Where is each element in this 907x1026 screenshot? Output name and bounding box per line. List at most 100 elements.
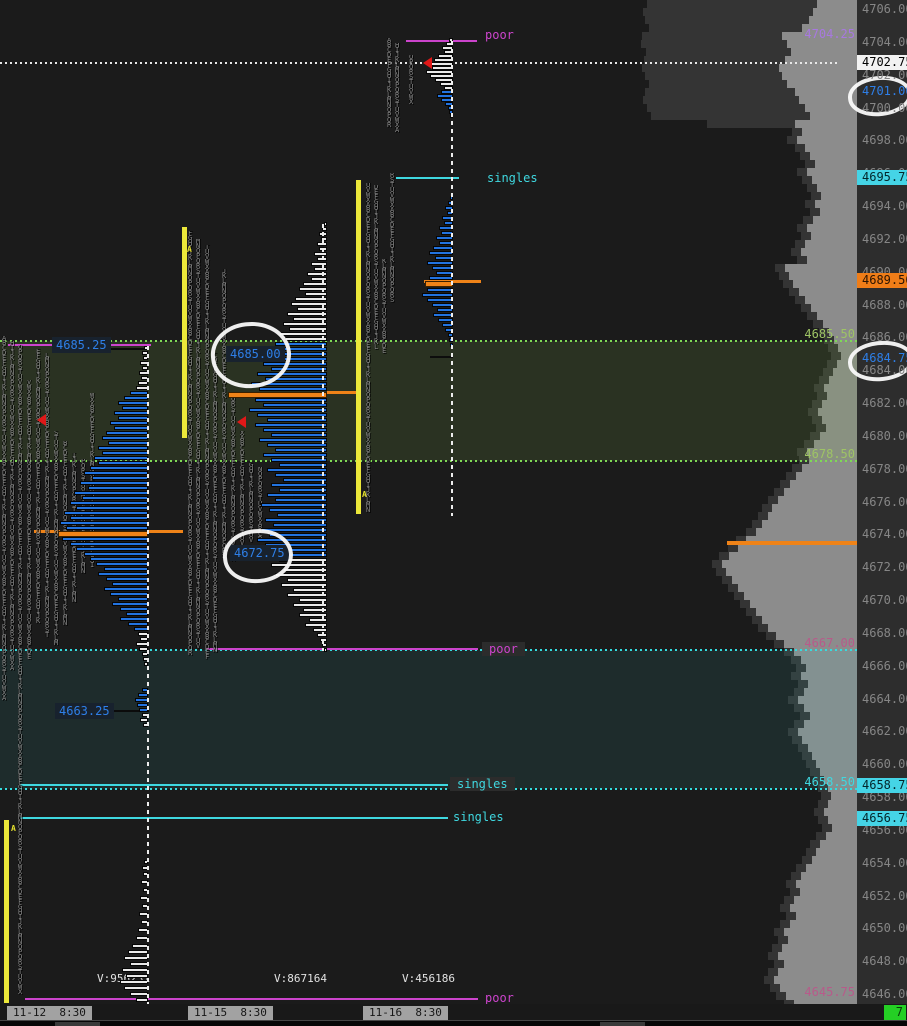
profile-bar-day1 xyxy=(76,547,148,551)
tpo-letter-column: RSTUVWXABCDEFGHIJKLMNOPQRS xyxy=(390,173,395,303)
profile-bar-day2 xyxy=(279,463,327,467)
profile-bar-day1 xyxy=(98,461,148,465)
composite-profile-bar xyxy=(795,120,857,128)
profile-bar-day1 xyxy=(112,602,148,606)
tpo-letter-column: HIJKLMNOPQRSTUVWXA xyxy=(395,43,400,133)
profile-bar-day2 xyxy=(249,408,327,412)
axis-label-4684-75: 4684.75 xyxy=(862,350,907,365)
level-line xyxy=(396,177,459,179)
composite-profile-bar xyxy=(831,792,857,800)
profile-bar-day1 xyxy=(118,597,148,601)
composite-profile-bar xyxy=(784,488,857,496)
tpo-letter-column: KLMNOPQRSTUVWXABCDE xyxy=(382,259,387,355)
profile-bar-day2 xyxy=(261,503,327,507)
composite-profile-bar xyxy=(805,296,857,304)
stat-volume: V:456186 xyxy=(402,972,455,985)
composite-profile-bar xyxy=(821,192,857,200)
profile-bar-day2 xyxy=(267,493,327,497)
profile-bar-day2 xyxy=(285,337,327,341)
profile-bar-day1 xyxy=(114,426,148,430)
dotted-level-line xyxy=(0,788,857,790)
composite-profile-bar xyxy=(805,144,857,152)
level-price-label-4658-50: 4658.50 xyxy=(804,775,855,789)
price-callout-4663-25: 4663.25 xyxy=(55,703,114,719)
profile-bar-day2 xyxy=(275,448,327,452)
tpo-letter-column: TUVWXABCDEFGHIJKLMNOPQRSTUVWXABCDEFGHIJK… xyxy=(205,245,210,661)
chart-number-badge[interactable]: 7 xyxy=(884,1005,906,1020)
profile-bar-day2 xyxy=(259,387,327,391)
profile-bar-day1 xyxy=(130,992,148,996)
profile-bar-day1 xyxy=(80,481,148,485)
profile-bar-day1 xyxy=(130,391,148,395)
profile-bar-day2 xyxy=(311,262,327,266)
axis-label-4695-75: 4695.75 xyxy=(857,170,907,186)
scrollbar-notch xyxy=(55,1022,100,1026)
profile-bar-day1 xyxy=(92,476,148,480)
axis-price-label: 4646.00 xyxy=(862,987,907,1001)
composite-profile-bar xyxy=(738,544,857,552)
composite-profile-bar xyxy=(817,0,857,8)
profile-bar-day2 xyxy=(259,438,327,442)
composite-profile-bar xyxy=(807,256,857,264)
tpo-letter-column: UVWXABCDEFGHIJKLMNOPQRSTUVWXABCDEFGHIJKL… xyxy=(366,183,371,514)
composite-profile-bar xyxy=(800,888,857,896)
axis-price-label: 4654.00 xyxy=(862,855,907,870)
singles-label-lower: singles xyxy=(453,810,504,824)
composite-profile-bar xyxy=(796,880,857,888)
composite-profile-bar xyxy=(762,520,857,528)
profile-bar-day2 xyxy=(255,423,327,427)
composite-profile-bar xyxy=(779,64,857,72)
profile-bar-day3 xyxy=(429,276,453,280)
composite-profile-bar xyxy=(810,112,857,120)
chart-canvas: ABCDEFGHIJKLMNOPQR STUVWXABCDEFGHIJKLMNOP… xyxy=(0,0,907,1026)
axis-price-label: 4706.00 xyxy=(862,2,907,16)
composite-profile-bar xyxy=(799,288,857,296)
date-axis xyxy=(0,1004,907,1020)
profile-bar-day2 xyxy=(283,568,327,572)
composite-profile-bar xyxy=(820,840,857,848)
composite-profile-bar xyxy=(812,856,857,864)
profile-bar-day1 xyxy=(98,572,148,576)
axis-price-label: 4680.00 xyxy=(862,428,907,443)
profile-bar-day1 xyxy=(126,612,148,616)
composite-profile-bar xyxy=(790,904,857,912)
profile-bar-day1 xyxy=(94,456,148,460)
composite-profile-bar xyxy=(811,232,857,240)
profile-bar-day2 xyxy=(287,312,327,316)
profile-bar-day2 xyxy=(283,322,327,326)
initial-balance-bar xyxy=(182,227,187,438)
profile-bar-day2 xyxy=(279,332,327,336)
session-anchor-line xyxy=(147,346,149,1004)
composite-profile-bar xyxy=(816,848,857,856)
composite-profile-bar xyxy=(810,152,857,160)
profile-bar-day2 xyxy=(307,272,327,276)
profile-bar-day1 xyxy=(122,406,148,410)
composite-profile-bar xyxy=(738,584,857,592)
profile-bar-day1 xyxy=(84,552,148,556)
singles-label-mid: singles xyxy=(450,777,515,791)
profile-bar-day1 xyxy=(70,516,148,520)
composite-profile-bar xyxy=(785,264,857,272)
horizontal-scrollbar[interactable] xyxy=(0,1020,907,1026)
composite-profile-bar xyxy=(774,976,857,984)
profile-bar-day1 xyxy=(120,980,148,984)
profile-bar-day1 xyxy=(90,557,148,561)
composite-profile-bar xyxy=(788,936,857,944)
profile-bar-day1 xyxy=(110,592,148,596)
profile-bar-day1 xyxy=(118,416,148,420)
profile-bar-day1 xyxy=(124,956,148,960)
profile-bar-day2 xyxy=(263,428,327,432)
composite-profile-bar xyxy=(726,568,857,576)
tpo-letter-a-marker: A xyxy=(187,245,192,254)
level-price-label-4704-25: 4704.25 xyxy=(804,27,855,41)
profile-bar-day1 xyxy=(128,622,148,626)
profile-bar-day1 xyxy=(60,521,148,525)
tpo-letter-column: VWXABCDEFGHIJKLMNOPQRSTUVWXABCDEFGHIJKLM… xyxy=(27,380,32,661)
price-callout-4685-25: 4685.25 xyxy=(52,337,111,353)
tpo-letter-a-marker: A xyxy=(362,490,367,499)
profile-bar-day2 xyxy=(311,277,327,281)
axis-price-label: 4674.00 xyxy=(862,527,907,542)
red-arrow-icon xyxy=(423,57,432,69)
composite-profile-bar xyxy=(744,592,857,600)
profile-bar-day2 xyxy=(287,593,327,597)
